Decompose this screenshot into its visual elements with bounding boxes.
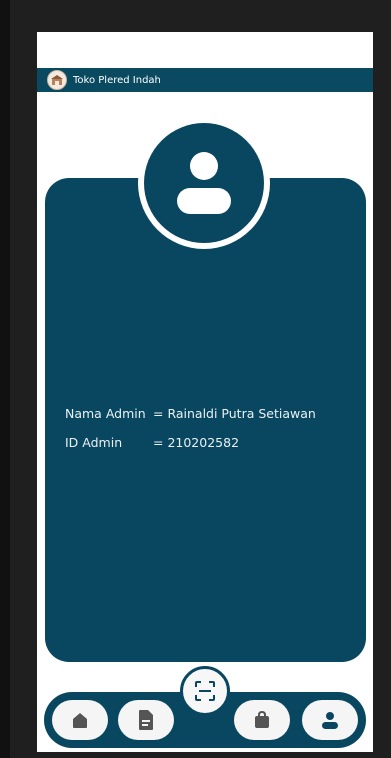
scan-button[interactable] [180, 666, 230, 716]
nav-bag-button[interactable] [234, 700, 290, 740]
nav-home-button[interactable] [52, 700, 108, 740]
nav-document-button[interactable] [118, 700, 174, 740]
user-icon [322, 712, 338, 729]
nav-profile-button[interactable] [302, 700, 358, 740]
admin-name-label: Nama Admin [65, 406, 146, 421]
admin-name-row: Nama Admin = Rainaldi Putra Setiawan [65, 406, 316, 435]
device-frame [0, 0, 10, 758]
avatar [138, 117, 270, 249]
home-icon [73, 713, 87, 728]
admin-id-value: = 210202582 [153, 435, 240, 450]
bag-icon [255, 710, 269, 728]
admin-id-row: ID Admin = 210202582 [65, 435, 316, 464]
document-icon [139, 710, 153, 730]
app-title: Toko Plered Indah [73, 74, 161, 86]
app-header: Toko Plered Indah [37, 68, 373, 92]
app-screen: Toko Plered Indah Nama Admin = Rainaldi … [37, 32, 373, 752]
profile-card: Nama Admin = Rainaldi Putra Setiawan ID … [45, 178, 366, 662]
store-logo [47, 70, 67, 90]
scan-icon [195, 681, 215, 701]
store-logo-icon [51, 75, 63, 85]
admin-info: Nama Admin = Rainaldi Putra Setiawan ID … [65, 406, 316, 464]
admin-name-value: = Rainaldi Putra Setiawan [153, 406, 316, 421]
admin-id-label: ID Admin [65, 435, 123, 450]
user-avatar-icon [177, 152, 231, 214]
avatar-circle [144, 123, 264, 243]
